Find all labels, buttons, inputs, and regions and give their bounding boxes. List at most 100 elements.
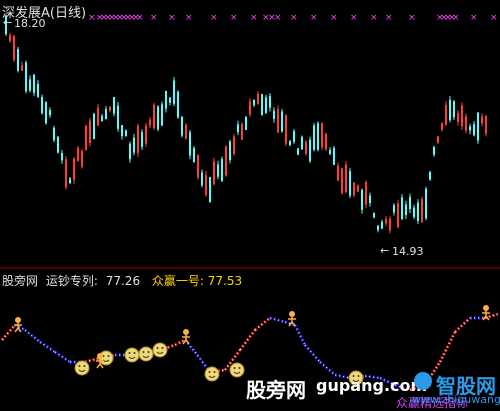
indicator-segment — [303, 344, 322, 363]
candle-body — [265, 97, 267, 114]
candle-body — [109, 106, 111, 111]
low-price-label: 14.93 — [392, 245, 424, 258]
candle-body — [33, 74, 35, 93]
candle-body — [185, 124, 187, 140]
candle-body — [365, 181, 367, 205]
candle-body — [241, 124, 243, 140]
candle-body — [473, 124, 475, 136]
candle-body — [105, 108, 107, 119]
candle-body — [421, 198, 423, 223]
signal-x-icon: × — [290, 13, 298, 23]
candle-body — [29, 79, 31, 91]
candle-body — [321, 123, 323, 148]
runner-icon — [14, 317, 22, 333]
candle-body — [53, 127, 55, 141]
candle-body — [89, 120, 91, 144]
candle-body — [233, 136, 235, 155]
candle-body — [461, 105, 463, 127]
candle-body — [173, 80, 175, 104]
candle-body — [457, 112, 459, 123]
candle-body — [77, 147, 79, 162]
smiley-icon — [74, 360, 90, 376]
signal-x-icon: × — [370, 13, 378, 23]
signal-x-icon: × — [490, 13, 498, 23]
candle-body — [193, 147, 195, 163]
candle-body — [381, 221, 383, 229]
signal-x-icon: × — [408, 13, 416, 23]
candle-body — [405, 204, 407, 216]
candle-body — [165, 90, 167, 109]
smiley-icon — [124, 347, 140, 363]
candle-body — [17, 49, 19, 71]
candle-body — [341, 168, 343, 194]
candle-body — [69, 178, 71, 184]
candle-body — [209, 177, 211, 203]
candle-body — [45, 102, 47, 124]
candle-body — [65, 159, 67, 188]
candle-body — [213, 161, 215, 185]
indicator-header: 股旁网 运钞专列: 77.26 众赢一号: 77.53 — [2, 272, 242, 289]
candle-body — [25, 62, 27, 92]
signal-x-icon: × — [452, 13, 460, 23]
candle-body — [417, 202, 419, 222]
signal-x-icon: × — [274, 13, 282, 23]
signal-x-icon: × — [168, 13, 176, 23]
candle-body — [289, 140, 291, 146]
candle-body — [149, 119, 151, 126]
candle-body — [277, 109, 279, 133]
candle-body — [81, 150, 83, 167]
candle-body — [137, 125, 139, 154]
smiley-icon — [152, 342, 168, 358]
candle-body — [317, 123, 319, 150]
candle-body — [465, 116, 467, 131]
candle-body — [477, 112, 479, 141]
candle-body — [353, 182, 355, 196]
candle-body — [293, 131, 295, 142]
line2-label: 众赢一号: — [151, 274, 204, 288]
candle-body — [133, 137, 135, 153]
line1-value: 77.26 — [105, 274, 141, 288]
candle-body — [281, 111, 283, 132]
candle-body — [97, 107, 99, 126]
watermark-domain: gupang.com — [316, 376, 428, 395]
indicator-name: 股旁网 — [2, 274, 39, 288]
candle-body — [225, 146, 227, 176]
candle-body — [357, 185, 359, 192]
signal-x-icon: × — [330, 13, 338, 23]
candle-body — [329, 149, 331, 154]
candle-body — [181, 116, 183, 136]
signal-x-icon: × — [150, 13, 158, 23]
chart-canvas[interactable]: × ××××××××××× × × × × × × ××× × × × × × × × ××××× × × — [0, 0, 500, 410]
indicator-segment — [293, 324, 307, 346]
signal-marks: × ××××××××××× × × × × × × ××× × × × × × × × ××××× × × — [88, 13, 498, 23]
signal-x-icon: × — [385, 13, 393, 23]
signal-x-icon: × — [310, 13, 318, 23]
candle-body — [249, 101, 251, 115]
candle-body — [57, 136, 59, 153]
candle-body — [481, 116, 483, 124]
candle-body — [101, 115, 103, 122]
candle-body — [433, 146, 435, 155]
candle-body — [221, 158, 223, 182]
candle-body — [121, 125, 123, 137]
candle-body — [449, 99, 451, 121]
candle-body — [393, 205, 395, 213]
candle-body — [125, 130, 127, 137]
candle-body — [453, 100, 455, 118]
candle-body — [441, 123, 443, 130]
watermark-text: 股旁网 — [246, 378, 306, 402]
candle-body — [349, 171, 351, 196]
candle-body — [229, 141, 231, 161]
signal-x-icon: × — [470, 13, 478, 23]
indicator-segment — [453, 316, 472, 334]
candlesticks[interactable] — [5, 14, 487, 234]
candle-body — [377, 225, 379, 231]
candle-body — [85, 125, 87, 151]
candle-body — [129, 143, 131, 160]
indicator-overlay — [294, 324, 306, 346]
candle-body — [469, 126, 471, 131]
candle-body — [153, 104, 155, 129]
logo-url: www.zhiguwang.cn — [412, 393, 500, 406]
candle-body — [201, 172, 203, 186]
signal-x-icon: × — [136, 13, 144, 23]
